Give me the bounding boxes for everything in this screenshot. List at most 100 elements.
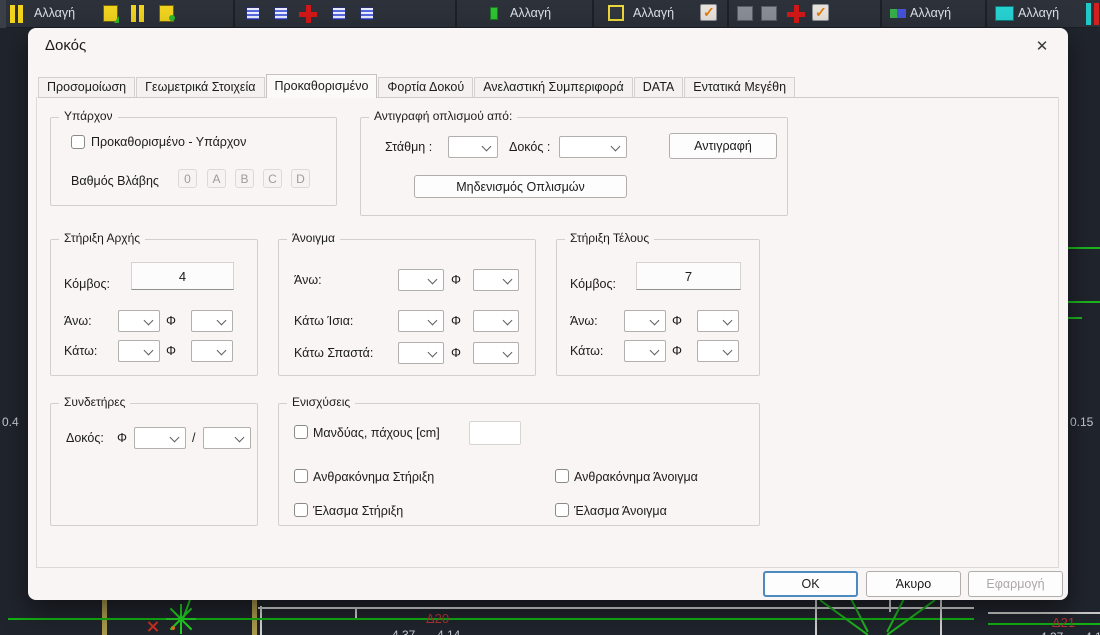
red-bar-icon[interactable]	[1094, 3, 1099, 25]
level-dropdown[interactable]	[448, 136, 498, 158]
beam-axis-line	[988, 623, 1100, 625]
span-bottom-bent-count-dropdown[interactable]	[398, 342, 444, 364]
toolbar-change-label[interactable]: Αλλαγή	[910, 6, 951, 20]
beam-pair-icon[interactable]	[10, 5, 23, 23]
cyan-slab-icon[interactable]	[995, 6, 1014, 21]
tab-data[interactable]: DATA	[634, 77, 683, 97]
chevron-down-icon	[217, 316, 227, 326]
stirrup-spacing-dropdown[interactable]	[203, 427, 251, 449]
cyan-bar-icon[interactable]	[1086, 3, 1091, 25]
layers-icon[interactable]	[360, 7, 374, 20]
layers-icon[interactable]	[332, 7, 346, 20]
beam-dialog: Δοκός ✕ Προσομοίωση Γεωμετρικά Στοιχεία …	[28, 28, 1068, 600]
span-group: Άνοιγμα Άνω: Φ Κάτω Ίσια: Φ Κάτω Σπαστά:…	[278, 239, 536, 376]
span-top-count-dropdown[interactable]	[398, 269, 444, 291]
toolbar-change-label[interactable]: Αλλαγή	[510, 6, 551, 20]
tab-entatika-megethi[interactable]: Εντατικά Μεγέθη	[684, 77, 795, 97]
jacket-checkbox[interactable]	[294, 425, 308, 439]
span-top-diameter-dropdown[interactable]	[473, 269, 519, 291]
start-bottom-diameter-dropdown[interactable]	[191, 340, 233, 362]
green-led-icon[interactable]	[490, 7, 498, 20]
end-top-diameter-dropdown[interactable]	[697, 310, 739, 332]
chevron-down-icon	[144, 346, 154, 356]
phi-label: Φ	[166, 314, 176, 328]
column-line	[940, 600, 942, 635]
chevron-down-icon	[650, 346, 660, 356]
green-blue-icon[interactable]	[890, 9, 906, 18]
tab-prokathorismeno[interactable]: Προκαθορισμένο	[266, 74, 378, 98]
dimension-tick	[355, 607, 357, 618]
end-support-group: Στήριξη Τέλους Κόμβος: 7 Άνω: Φ Κάτω: Φ	[556, 239, 760, 376]
damage-grade-0-button[interactable]: 0	[178, 169, 197, 188]
dimension-text: 0.4	[2, 415, 19, 429]
ok-button[interactable]: OK	[763, 571, 858, 597]
gray-tool-icon[interactable]	[761, 6, 777, 21]
plate-support-checkbox[interactable]	[294, 503, 308, 517]
orange-check-icon[interactable]	[700, 4, 717, 21]
end-bottom-diameter-dropdown[interactable]	[697, 340, 739, 362]
reset-reinforcement-button[interactable]: Μηδενισμός Οπλισμών	[414, 175, 627, 198]
bottom-bent-label: Κάτω Σπαστά:	[294, 346, 373, 360]
add-cross-icon[interactable]	[786, 4, 806, 24]
start-top-diameter-dropdown[interactable]	[191, 310, 233, 332]
span-bottom-straight-count-dropdown[interactable]	[398, 310, 444, 332]
damage-grade-b-button[interactable]: B	[235, 169, 254, 188]
span-bottom-bent-diameter-dropdown[interactable]	[473, 342, 519, 364]
beam-line	[1068, 301, 1100, 303]
slash-label: /	[192, 431, 195, 445]
beam-edit-icon[interactable]	[103, 5, 118, 22]
predefined-existing-checkbox[interactable]	[71, 135, 85, 149]
beam-dropdown[interactable]	[559, 136, 627, 158]
chevron-down-icon	[482, 142, 492, 152]
toolbar-change-label[interactable]: Αλλαγή	[1018, 6, 1059, 20]
damage-grade-a-button[interactable]: A	[207, 169, 226, 188]
stirrup-diameter-dropdown[interactable]	[134, 427, 186, 449]
toolbar-separator	[985, 0, 987, 28]
start-node-field[interactable]: 4	[131, 262, 234, 290]
chevron-down-icon	[170, 433, 180, 443]
cancel-button[interactable]: Άκυρο	[866, 571, 961, 597]
damage-grade-d-button[interactable]: D	[291, 169, 310, 188]
end-node-field[interactable]: 7	[636, 262, 741, 290]
tab-prosomiosi[interactable]: Προσομοίωση	[38, 77, 135, 97]
layers-icon[interactable]	[246, 7, 260, 20]
beam-columns-icon[interactable]	[131, 5, 146, 22]
carbon-span-checkbox[interactable]	[555, 469, 569, 483]
plate-span-label: Έλασμα Άνοιγμα	[574, 504, 667, 518]
damage-grade-c-button[interactable]: C	[263, 169, 282, 188]
plate-span-checkbox[interactable]	[555, 503, 569, 517]
copy-button[interactable]: Αντιγραφή	[669, 133, 777, 159]
top-label: Άνω:	[294, 273, 322, 287]
copy-reinforcement-group: Αντιγραφή οπλισμού από: Στάθμη : Δοκός :…	[360, 117, 788, 216]
phi-label: Φ	[451, 273, 461, 287]
gray-tool-icon[interactable]	[737, 6, 753, 21]
close-icon[interactable]: ✕	[1030, 34, 1054, 58]
end-bottom-count-dropdown[interactable]	[624, 340, 666, 362]
yellow-box-icon[interactable]	[608, 5, 624, 21]
column-line	[889, 600, 891, 612]
carbon-support-checkbox[interactable]	[294, 469, 308, 483]
toolbar-change-label[interactable]: Αλλαγή	[633, 6, 674, 20]
chevron-down-icon	[235, 433, 245, 443]
wall-line	[258, 607, 974, 609]
tab-geometrika-stoixeia[interactable]: Γεωμετρικά Στοιχεία	[136, 77, 264, 97]
layers-icon[interactable]	[274, 7, 288, 20]
node-label: Κόμβος:	[570, 277, 616, 291]
span-bottom-straight-diameter-dropdown[interactable]	[473, 310, 519, 332]
jacket-thickness-input[interactable]	[469, 421, 521, 445]
beam-line	[1068, 247, 1100, 249]
beam-check-icon[interactable]	[159, 5, 174, 22]
predefined-existing-label: Προκαθορισμένο - Υπάρχον	[91, 135, 246, 149]
tab-anelastiki-symperifora[interactable]: Ανελαστική Συμπεριφορά	[474, 77, 633, 97]
chevron-down-icon	[650, 316, 660, 326]
tab-fortia-dokou[interactable]: Φορτία Δοκού	[378, 77, 473, 97]
toolbar-separator	[880, 0, 882, 28]
end-top-count-dropdown[interactable]	[624, 310, 666, 332]
orange-check-icon[interactable]	[812, 4, 829, 21]
toolbar-change-label[interactable]: Αλλαγή	[34, 6, 75, 20]
bottom-straight-label: Κάτω Ίσια:	[294, 314, 353, 328]
start-top-count-dropdown[interactable]	[118, 310, 160, 332]
start-bottom-count-dropdown[interactable]	[118, 340, 160, 362]
add-cross-icon[interactable]	[298, 4, 318, 24]
apply-button[interactable]: Εφαρμογή	[968, 571, 1063, 597]
